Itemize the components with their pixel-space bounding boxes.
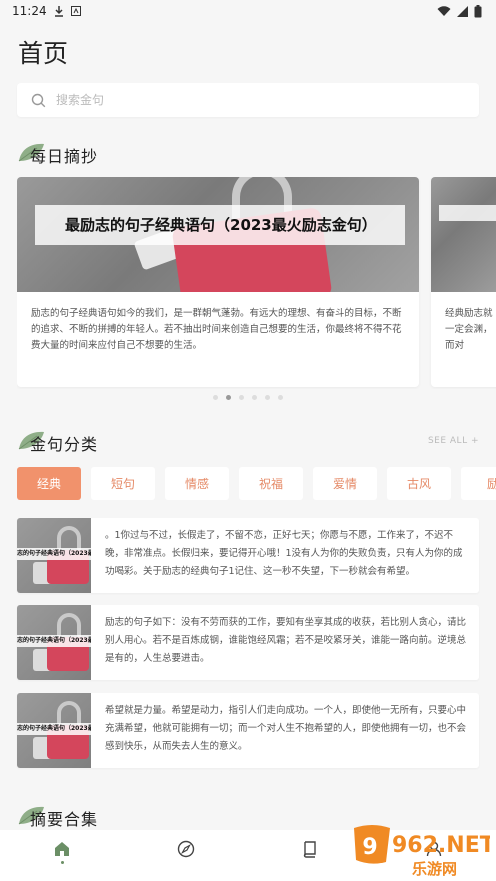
list-item[interactable]: 志的句子经典语句（2023最火励 。1你过与不过，长假走了，不留不恋，正好七天；… [17, 518, 479, 593]
status-time: 11:24 [12, 4, 47, 18]
tab-ancient[interactable]: 古风 [387, 467, 451, 500]
section-summary-header: 摘要合集 [17, 806, 98, 830]
nav-library[interactable] [295, 840, 325, 870]
carousel-card[interactable]: 最励志的句子经典语句（2023最火励志金句） 励志的句子经典语句如今的我们，是一… [17, 177, 419, 387]
list-item[interactable]: 志的句子经典语句（2023最火励 励志的句子如下：没有不劳而获的工作，要知有坐享… [17, 605, 479, 680]
svg-text:乐游网: 乐游网 [412, 860, 457, 878]
wifi-icon [437, 5, 451, 16]
compass-icon [177, 840, 195, 858]
pagination-dot[interactable] [252, 395, 257, 400]
tab-emotion[interactable]: 情感 [165, 467, 229, 500]
carousel-pagination [0, 395, 496, 400]
book-icon [303, 841, 316, 858]
pagination-dot-active[interactable] [226, 395, 231, 400]
home-icon [55, 842, 69, 856]
battery-icon [474, 4, 482, 17]
nav-active-dot [60, 861, 64, 864]
thumbnail-caption: 志的句子经典语句（2023最火励 [17, 548, 91, 560]
pagination-dot[interactable] [278, 395, 283, 400]
tab-inspire[interactable]: 励 [461, 467, 496, 500]
card-text: 经典励志就一定会渊，而对 [445, 308, 493, 351]
status-bar: 11:24 [0, 0, 496, 22]
list-item-text: 希望就是力量。希望是动力，指引人们走向成功。一个人，即使他一无所有，只要心中充满… [105, 705, 467, 752]
section-title-categories: 金句分类 [30, 435, 99, 454]
pagination-dot[interactable] [239, 395, 244, 400]
search-bar[interactable] [17, 83, 479, 117]
section-title-daily: 每日摘抄 [30, 147, 99, 166]
carousel-card[interactable]: 经典励志就一定会渊，而对 [431, 177, 496, 387]
tab-blessing[interactable]: 祝福 [239, 467, 303, 500]
card-title [439, 205, 496, 221]
list-item-text: 。1你过与不过，长假走了，不留不恋，正好七天；你愿与不愿，工作来了，不迟不晚，非… [105, 530, 463, 577]
tab-love[interactable]: 爱情 [313, 467, 377, 500]
pagination-dot[interactable] [213, 395, 218, 400]
card-text: 励志的句子经典语句如今的我们，是一群朝气蓬勃。有远大的理想、有奋斗的目标，不断的… [31, 308, 402, 351]
status-right [437, 4, 482, 18]
search-input[interactable] [56, 93, 436, 107]
card-image: 最励志的句子经典语句（2023最火励志金句） [17, 177, 419, 292]
section-categories-header: 金句分类 [17, 431, 98, 455]
tab-classic[interactable]: 经典 [17, 467, 81, 500]
status-left: 11:24 [12, 4, 81, 18]
site-watermark-logo: 9 962.NET 乐游网 [354, 825, 490, 878]
category-tabs: 经典 短句 情感 祝福 爱情 古风 励 [17, 467, 496, 501]
download-icon [54, 6, 63, 17]
svg-text:9: 9 [362, 835, 377, 860]
nav-home[interactable] [47, 840, 77, 870]
thumbnail-caption: 志的句子经典语句（2023最火励 [17, 635, 91, 647]
list-item-text: 励志的句子如下：没有不劳而获的工作，要知有坐享其成的收获，若比别人贪心，请比别人… [105, 617, 467, 664]
thumbnail-caption: 志的句子经典语句（2023最火励 [17, 723, 91, 735]
signal-icon [457, 5, 468, 17]
list-item[interactable]: 志的句子经典语句（2023最火励 希望就是力量。希望是动力，指引人们走向成功。一… [17, 693, 479, 768]
app-notification-icon [70, 6, 81, 16]
daily-carousel[interactable]: 最励志的句子经典语句（2023最火励志金句） 励志的句子经典语句如今的我们，是一… [17, 177, 496, 389]
section-title-summary: 摘要合集 [30, 810, 99, 829]
nav-discover[interactable] [171, 840, 201, 870]
tab-short[interactable]: 短句 [91, 467, 155, 500]
card-title: 最励志的句子经典语句（2023最火励志金句） [35, 205, 405, 245]
list-thumbnail: 志的句子经典语句（2023最火励 [17, 518, 91, 593]
section-daily-header: 每日摘抄 [17, 143, 98, 167]
search-icon [31, 93, 46, 107]
list-thumbnail: 志的句子经典语句（2023最火励 [17, 693, 91, 768]
pagination-dot[interactable] [265, 395, 270, 400]
card-image [431, 177, 496, 292]
page-title: 首页 [18, 39, 69, 68]
list-thumbnail: 志的句子经典语句（2023最火励 [17, 605, 91, 680]
see-all-link[interactable]: SEE ALL + [428, 436, 479, 446]
svg-text:962.NET: 962.NET [392, 833, 490, 858]
